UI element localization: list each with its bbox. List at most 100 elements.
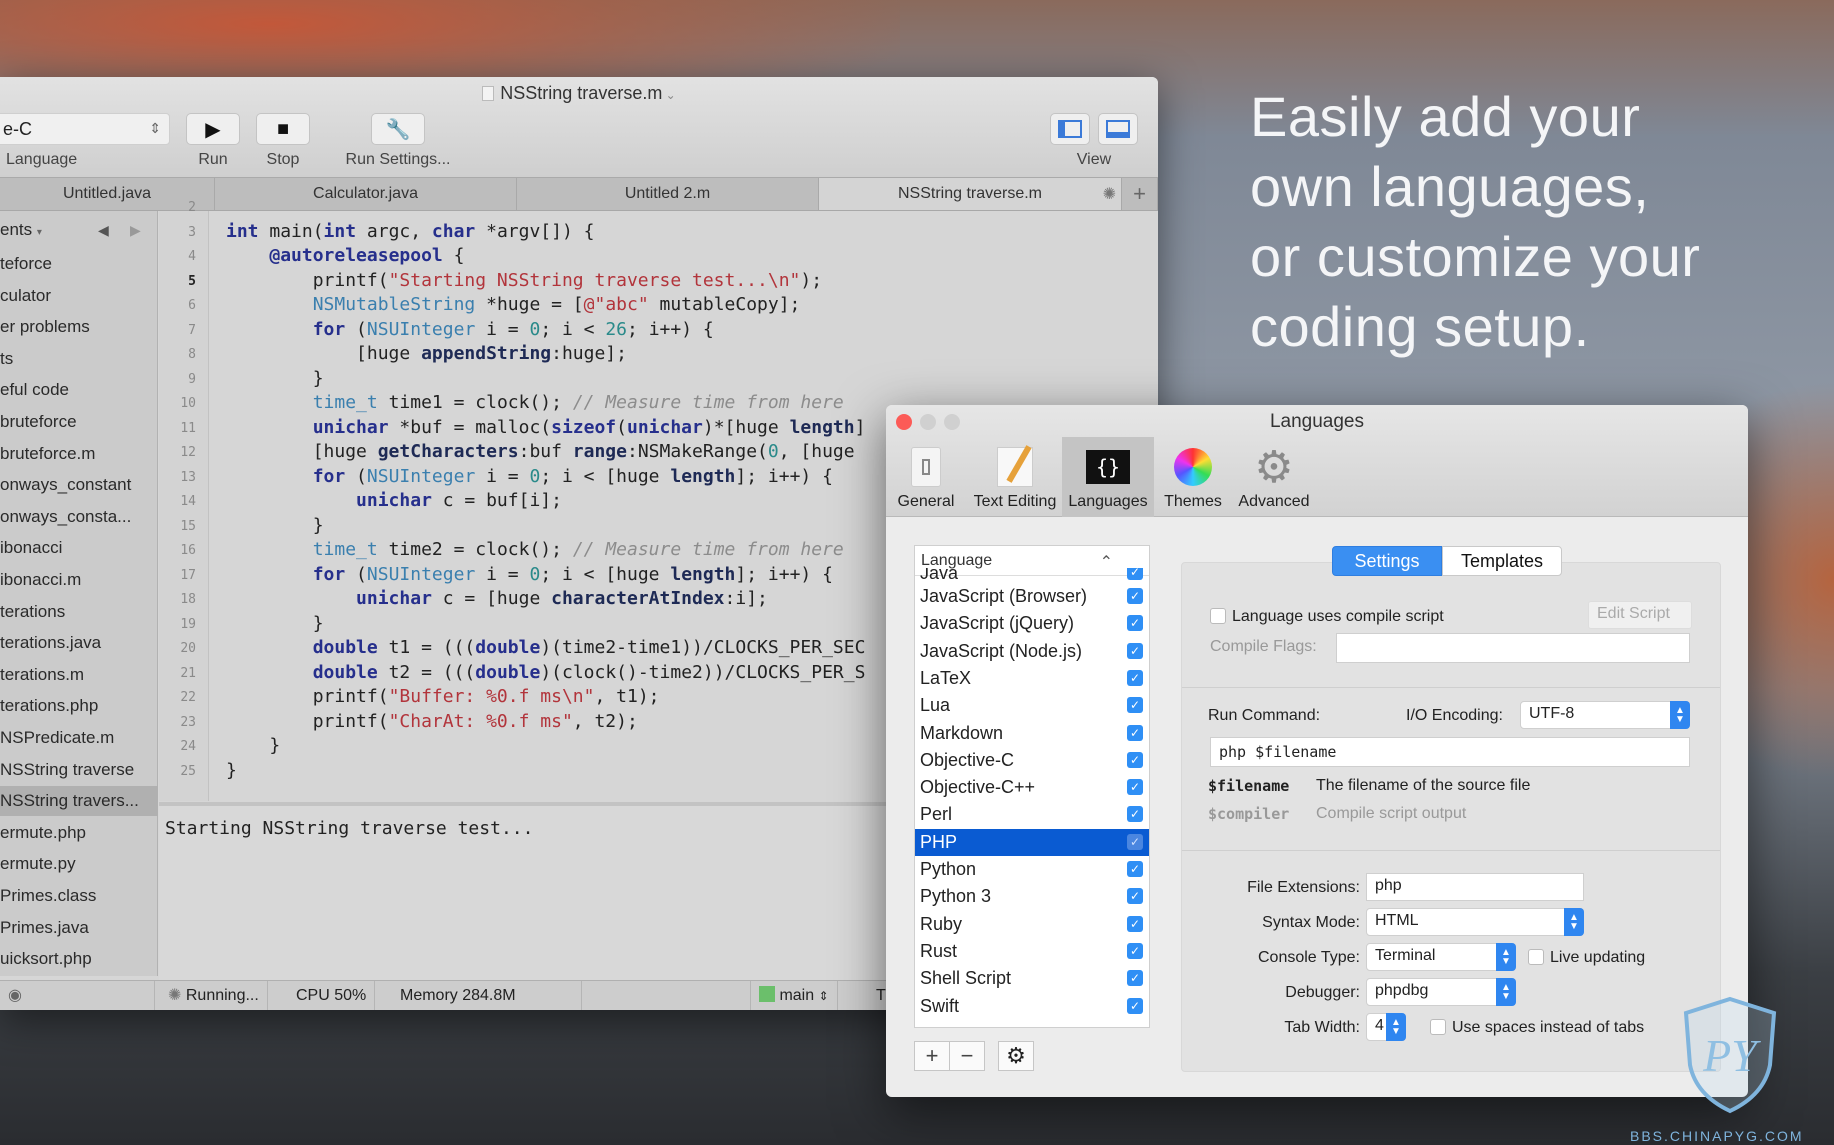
debugger-select[interactable]: phpdbg ▲ ▼	[1366, 978, 1516, 1006]
language-row[interactable]: Objective-C++ ✓	[915, 774, 1149, 801]
compile-script-checkbox[interactable]	[1210, 608, 1226, 624]
language-row[interactable]: Lua ✓	[915, 692, 1149, 719]
add-language-button[interactable]: +	[914, 1041, 950, 1071]
run-command-input[interactable]: php $filename	[1210, 737, 1690, 767]
sidebar-header[interactable]: ents ▾ ◀ ▶	[0, 215, 158, 245]
language-row[interactable]: Objective-C ✓	[915, 747, 1149, 774]
sidebar-file-item[interactable]: ibonacci	[0, 533, 158, 563]
pref-advanced[interactable]: ⚙ Advanced	[1232, 437, 1316, 517]
edit-script-button[interactable]: Edit Script	[1588, 601, 1692, 629]
code-token: @"abc"	[583, 294, 649, 315]
forward-arrow-icon[interactable]: ▶	[130, 215, 141, 245]
pref-languages[interactable]: {} Languages	[1062, 437, 1154, 517]
checkbox-checked-icon[interactable]: ✓	[1127, 697, 1143, 714]
file-name: ts	[0, 348, 14, 368]
sidebar-file-item[interactable]: er problems	[0, 312, 158, 342]
toggle-sidebar-button[interactable]	[1050, 113, 1090, 145]
sidebar-file-item[interactable]: ermute.php	[0, 818, 158, 848]
sidebar-file-item[interactable]: NSString traverse	[0, 755, 158, 785]
language-row[interactable]: Rust ✓	[915, 938, 1149, 965]
run-settings-button[interactable]: 🔧	[371, 113, 425, 145]
tab-calculator-java[interactable]: Calculator.java	[215, 178, 517, 210]
checkbox-checked-icon[interactable]: ✓	[1127, 833, 1143, 850]
sidebar-file-item[interactable]: bruteforce.m	[0, 439, 158, 469]
language-select[interactable]: e-C ⇕	[0, 113, 170, 145]
checkbox-checked-icon[interactable]: ✓	[1127, 806, 1143, 823]
tab-nsstring-traverse[interactable]: NSString traverse.m ✺	[819, 178, 1122, 210]
language-row[interactable]: Shell Script ✓	[915, 965, 1149, 992]
tab-untitled-2-m[interactable]: Untitled 2.m	[517, 178, 819, 210]
checkbox-checked-icon[interactable]: ✓	[1127, 888, 1143, 905]
checkbox-checked-icon[interactable]: ✓	[1127, 751, 1143, 768]
checkbox-checked-icon[interactable]: ✓	[1127, 779, 1143, 796]
checkbox-checked-icon[interactable]: ✓	[1127, 915, 1143, 932]
pref-themes[interactable]: Themes	[1158, 437, 1228, 517]
console-type-select[interactable]: Terminal ▲ ▼	[1366, 943, 1516, 971]
sidebar-file-item[interactable]: teforce	[0, 249, 158, 279]
sidebar-file-item[interactable]: terations	[0, 597, 158, 627]
remove-language-button[interactable]: −	[949, 1041, 985, 1071]
stop-button[interactable]: ■	[256, 113, 310, 145]
sidebar-file-item[interactable]: eful code	[0, 375, 158, 405]
sidebar-file-item[interactable]: onways_constant	[0, 470, 158, 500]
sidebar-file-item[interactable]: onways_consta...	[0, 502, 158, 532]
sidebar-file-item[interactable]: ermute.py	[0, 849, 158, 879]
language-row[interactable]: Swift ✓	[915, 993, 1149, 1020]
pref-text-editing[interactable]: Text Editing	[964, 437, 1066, 517]
checkbox-checked-icon[interactable]: ✓	[1127, 997, 1143, 1014]
language-row[interactable]: Ruby ✓	[915, 911, 1149, 938]
file-extensions-input[interactable]: php	[1366, 873, 1584, 901]
back-arrow-icon[interactable]: ◀	[98, 215, 109, 245]
checkbox-checked-icon[interactable]: ✓	[1127, 568, 1143, 580]
sidebar-file-item[interactable]: NSString travers...	[0, 786, 158, 817]
sidebar-file-item[interactable]: terations.php	[0, 691, 158, 721]
language-list[interactable]: Language ⌃ Java ✓ JavaScript (Browser) ✓ Jav…	[914, 545, 1150, 1028]
checkbox-checked-icon[interactable]: ✓	[1127, 669, 1143, 686]
code-line: printf("CharAt: %0.f ms", t2);	[226, 710, 638, 734]
checkbox-checked-icon[interactable]: ✓	[1127, 724, 1143, 741]
compile-flags-input[interactable]	[1336, 633, 1690, 663]
sidebar-file-item[interactable]: ibonacci.m	[0, 565, 158, 595]
language-row[interactable]: JavaScript (Browser) ✓	[915, 583, 1149, 610]
sidebar-file-item[interactable]: Primes.java	[0, 913, 158, 943]
tab-width-select[interactable]: 4 ▲ ▼	[1366, 1013, 1406, 1041]
language-row[interactable]: Python 3 ✓	[915, 883, 1149, 910]
sidebar-file-item[interactable]: Primes.class	[0, 881, 158, 911]
checkbox-checked-icon[interactable]: ✓	[1127, 642, 1143, 659]
sidebar-file-item[interactable]: bruteforce	[0, 407, 158, 437]
sidebar-file-item[interactable]: uicksort.php	[0, 944, 158, 974]
language-actions-button[interactable]: ⚙	[998, 1041, 1034, 1071]
use-spaces-checkbox[interactable]	[1430, 1019, 1446, 1035]
language-row[interactable]: Python ✓	[915, 856, 1149, 883]
sidebar-file-item[interactable]: NSPredicate.m	[0, 723, 158, 753]
io-encoding-select[interactable]: UTF-8 ▲ ▼	[1520, 701, 1690, 729]
toggle-console-button[interactable]	[1098, 113, 1138, 145]
syntax-mode-select[interactable]: HTML ▲ ▼	[1366, 908, 1584, 936]
pref-general[interactable]: General	[894, 437, 958, 517]
checkbox-checked-icon[interactable]: ✓	[1127, 970, 1143, 987]
tab-untitled-java[interactable]: Untitled.java	[0, 178, 215, 210]
checkbox-checked-icon[interactable]: ✓	[1127, 588, 1143, 604]
new-tab-button[interactable]: +	[1122, 178, 1158, 210]
run-button[interactable]: ▶	[186, 113, 240, 145]
checkbox-checked-icon[interactable]: ✓	[1127, 615, 1143, 632]
live-updating-checkbox[interactable]	[1528, 949, 1544, 965]
language-row[interactable]: Markdown ✓	[915, 720, 1149, 747]
sidebar-filter-field[interactable]: ◉	[0, 981, 155, 1010]
language-row-partial[interactable]: Java ✓	[915, 568, 1149, 582]
checkbox-checked-icon[interactable]: ✓	[1127, 861, 1143, 877]
sidebar-file-item[interactable]: terations.m	[0, 660, 158, 690]
tab-settings[interactable]: Settings	[1332, 546, 1442, 576]
language-row[interactable]: JavaScript (Node.js) ✓	[915, 638, 1149, 665]
sidebar-file-item[interactable]: ts	[0, 344, 158, 374]
sidebar-file-item[interactable]: terations.java	[0, 628, 158, 658]
checkbox-checked-icon[interactable]: ✓	[1127, 942, 1143, 959]
tab-width-label: Tab Width:	[1284, 1019, 1360, 1036]
language-row[interactable]: JavaScript (jQuery) ✓	[915, 610, 1149, 637]
tab-templates[interactable]: Templates	[1442, 546, 1562, 576]
branch-select[interactable]: main ⇕	[750, 981, 838, 1010]
language-row[interactable]: LaTeX ✓	[915, 665, 1149, 692]
language-row[interactable]: PHP ✓	[915, 828, 1149, 856]
sidebar-file-item[interactable]: culator	[0, 281, 158, 311]
language-row[interactable]: Perl ✓	[915, 801, 1149, 828]
